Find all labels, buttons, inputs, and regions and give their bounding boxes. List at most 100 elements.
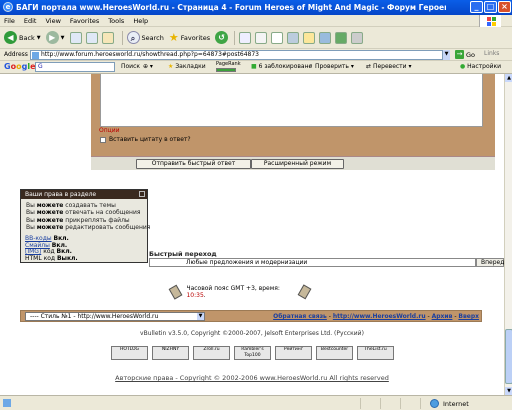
browser-window: e БАГИ портала www.HeroesWorld.ru - Стра… xyxy=(0,0,512,410)
counter-badge[interactable]: HOTLOG xyxy=(111,346,148,360)
google-g-icon: G xyxy=(38,63,43,70)
messenger-icon[interactable] xyxy=(319,31,332,44)
permissions-title: Ваши права в разделе xyxy=(25,191,97,198)
counter-badge[interactable]: Rambler's Top100 xyxy=(234,346,271,360)
folder-icon[interactable] xyxy=(303,31,316,44)
advanced-mode-button[interactable]: Расширенный режим xyxy=(251,159,344,169)
check-label: Проверить xyxy=(314,63,349,70)
codes-status: BB-коды Вкл. Смайлы Вкл. [IMG] код Вкл. … xyxy=(25,235,78,262)
quick-jump-select[interactable]: Любые предложения и модернизации xyxy=(149,258,476,267)
edit-icon[interactable] xyxy=(271,31,284,44)
footer-links: Обратная связь - http://www.HeroesWorld.… xyxy=(273,313,479,320)
permission-line: Вы можете прикреплять файлы xyxy=(26,216,130,224)
menu-edit[interactable]: Edit xyxy=(24,17,37,25)
scroll-decor-icon xyxy=(168,284,183,300)
maximize-button[interactable]: □ xyxy=(484,1,497,13)
plugin-icon[interactable] xyxy=(351,31,364,44)
settings-button[interactable]: ● Настройки xyxy=(460,63,501,70)
vertical-scrollbar[interactable]: ▲ ▼ xyxy=(504,74,512,395)
style-select-value: ---- Стиль №1 - http://www.HeroesWorld.r… xyxy=(30,313,159,320)
chevron-down-icon[interactable]: ▼ xyxy=(197,313,204,320)
back-label: Back xyxy=(19,33,35,42)
counter-badge[interactable]: TheList.ru xyxy=(357,346,394,360)
archive-link[interactable]: Архив xyxy=(432,313,453,320)
counter-badge[interactable]: Zroll.ru xyxy=(193,346,230,360)
globe-icon xyxy=(430,399,439,408)
quick-jump-label: Быстрый переход xyxy=(149,250,217,258)
stop-icon[interactable] xyxy=(69,31,82,44)
site-link[interactable]: http://www.HeroesWorld.ru xyxy=(333,313,426,320)
history-icon[interactable]: ↺ xyxy=(215,31,229,44)
translate-button[interactable]: ⇄ Перевести ▾ xyxy=(366,63,412,70)
google-search-button[interactable]: Поиск xyxy=(121,63,140,70)
menu-help[interactable]: Help xyxy=(133,17,148,25)
menu-tools[interactable]: Tools xyxy=(108,17,124,25)
search-icon: ⌕ xyxy=(126,31,140,44)
menu-file[interactable]: File xyxy=(4,17,15,25)
favorites-button[interactable]: ★ Favorites xyxy=(169,31,210,44)
back-dropdown-icon[interactable]: ▼ xyxy=(37,35,41,41)
favorites-label: Favorites xyxy=(180,33,211,42)
scroll-down-icon[interactable]: ▼ xyxy=(505,387,512,395)
menu-view[interactable]: View xyxy=(45,17,60,25)
quote-checkbox[interactable] xyxy=(100,136,106,143)
google-toolbar: Google G Поиск ⊕ ▾ ★ Закладки PageRank ■… xyxy=(0,61,512,74)
feedback-link[interactable]: Обратная связь xyxy=(273,313,327,320)
blocked-label: 6 заблокировано xyxy=(258,63,313,70)
address-input[interactable]: http://www.forum.heroesworld.ru/showthre… xyxy=(30,50,450,60)
scroll-up-icon[interactable]: ▲ xyxy=(505,74,512,82)
pagerank-indicator: PageRank xyxy=(216,61,241,73)
address-dropdown-icon[interactable]: ▼ xyxy=(442,50,450,60)
windows-logo-icon xyxy=(479,15,501,27)
reply-textarea[interactable] xyxy=(100,74,483,127)
counter-badge[interactable]: NIZHNY xyxy=(152,346,189,360)
spellcheck-button[interactable]: ✓ Проверить ▾ xyxy=(308,63,354,70)
print-icon[interactable] xyxy=(255,31,268,44)
address-bar: Address http://www.forum.heroesworld.ru/… xyxy=(0,49,512,61)
scroll-thumb[interactable] xyxy=(505,329,512,384)
discuss-icon[interactable] xyxy=(287,31,300,44)
page-status-icon xyxy=(3,399,11,407)
google-search-options-icon[interactable]: ⊕ ▾ xyxy=(143,63,153,70)
refresh-icon[interactable] xyxy=(85,31,98,44)
top-link[interactable]: Вверх xyxy=(458,313,479,320)
footer-bar: ---- Стиль №1 - http://www.HeroesWorld.r… xyxy=(20,310,482,322)
menu-favorites[interactable]: Favorites xyxy=(70,17,99,25)
permission-line: Вы можете редактировать сообщения xyxy=(26,224,151,232)
current-time: 10:35 xyxy=(186,292,204,299)
status-cell xyxy=(360,398,361,409)
forward-dropdown-icon[interactable]: ▼ xyxy=(61,35,65,41)
search-button[interactable]: ⌕ Search xyxy=(126,31,164,44)
quote-checkbox-row[interactable]: Вставить цитату в ответ? xyxy=(100,136,191,143)
permissions-header: Ваши права в разделе xyxy=(21,190,147,199)
go-arrow-icon: → xyxy=(455,50,464,59)
back-button[interactable]: ◀ Back ▼ xyxy=(4,31,41,44)
search-label: Search xyxy=(141,33,164,42)
quick-jump-go-button[interactable]: Вперед xyxy=(476,258,504,267)
close-button[interactable]: × xyxy=(498,1,511,13)
google-logo[interactable]: Google xyxy=(4,62,36,71)
window-title: БАГИ портала www.HeroesWorld.ru - Страни… xyxy=(16,3,446,12)
address-url: http://www.forum.heroesworld.ru/showthre… xyxy=(41,51,259,58)
collapse-icon[interactable] xyxy=(139,191,145,197)
google-bookmarks-button[interactable]: ★ Закладки xyxy=(168,63,206,70)
mail-icon[interactable] xyxy=(239,31,252,44)
counter-badge[interactable]: Bestcounter xyxy=(316,346,353,360)
home-icon[interactable] xyxy=(101,31,114,44)
google-search-input[interactable]: G xyxy=(35,62,115,72)
go-button[interactable]: → Go xyxy=(455,50,475,59)
page-content: Опции Вставить цитату в ответ? Отправить… xyxy=(0,74,504,395)
counter-badges: HOTLOG NIZHNY Zroll.ru Rambler's Top100 … xyxy=(111,346,398,362)
style-select[interactable]: ---- Стиль №1 - http://www.HeroesWorld.r… xyxy=(25,312,205,321)
settings-icon: ● xyxy=(460,63,466,70)
minimize-button[interactable]: _ xyxy=(470,1,483,13)
links-button[interactable]: Links xyxy=(484,50,499,57)
popup-blocker-button[interactable]: ■ 6 заблокировано xyxy=(251,63,312,70)
submit-quick-reply-button[interactable]: Отправить быстрый ответ xyxy=(136,159,251,169)
pagerank-label: PageRank xyxy=(216,61,241,67)
counter-badge[interactable]: Рейтинг xyxy=(275,346,312,360)
ie-icon: e xyxy=(3,2,13,12)
research-icon[interactable] xyxy=(335,31,348,44)
forward-button[interactable]: ▶ ▼ xyxy=(45,31,65,44)
copyright-notice[interactable]: Авторские права - Copyright © 2002-2006 … xyxy=(0,374,504,382)
